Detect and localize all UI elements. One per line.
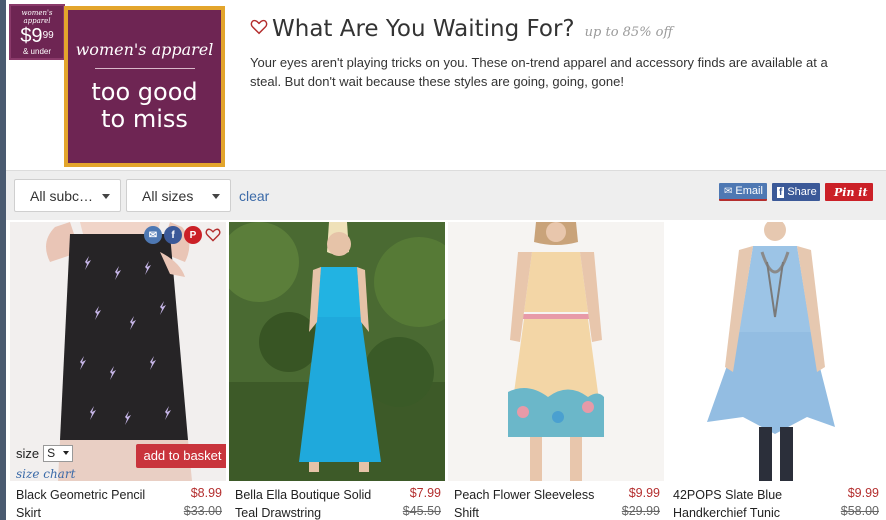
product-original-price: $33.00 bbox=[183, 504, 222, 518]
product-card[interactable]: Peach Flower Sleeveless Shift $9.99 $29.… bbox=[448, 222, 664, 520]
product-image[interactable] bbox=[667, 222, 883, 481]
product-price: $7.99 bbox=[409, 486, 441, 500]
page: women's apparel $999 & under women's app… bbox=[6, 0, 886, 520]
product-original-price: $29.99 bbox=[621, 504, 660, 518]
facebook-share-label: Share bbox=[787, 186, 817, 198]
heart-icon[interactable] bbox=[204, 226, 222, 244]
envelope-icon: ✉ bbox=[724, 185, 733, 197]
badge-category: women's apparel bbox=[21, 9, 53, 25]
page-title: What Are You Waiting For? bbox=[272, 16, 575, 42]
product-card[interactable]: 42POPS Slate Blue Handkerchief Tunic $9.… bbox=[667, 222, 883, 520]
product-price: $9.99 bbox=[847, 486, 879, 500]
product-name[interactable]: Black Geometric Pencil Skirt bbox=[16, 486, 166, 520]
sizes-dropdown-label: All sizes bbox=[142, 188, 194, 204]
filter-bar: All subc… All sizes clear ✉ Email f Share … bbox=[6, 170, 886, 220]
product-name[interactable]: Peach Flower Sleeveless Shift bbox=[454, 486, 604, 520]
subcategory-dropdown[interactable]: All subc… bbox=[14, 179, 121, 212]
quick-share-icons: ✉ f P bbox=[144, 226, 222, 244]
product-original-price: $45.50 bbox=[402, 504, 441, 518]
subcategory-dropdown-label: All subc… bbox=[30, 188, 94, 204]
badge-under: & under bbox=[22, 47, 52, 56]
price-badge[interactable]: women's apparel $999 & under bbox=[9, 4, 65, 60]
clear-filters-link[interactable]: clear bbox=[239, 188, 269, 204]
product-image[interactable] bbox=[448, 222, 664, 481]
hero-tile: women's apparel too good to miss bbox=[64, 6, 225, 167]
event-description: Your eyes aren't playing tricks on you. … bbox=[250, 55, 828, 89]
product-image[interactable]: ✉ f P size S size chart add to basket bbox=[10, 222, 226, 481]
chevron-down-icon bbox=[102, 194, 110, 199]
product-grid: ✉ f P size S size chart add to basket Bl… bbox=[6, 222, 886, 520]
size-select-value: S bbox=[47, 446, 56, 460]
email-share-label: Email bbox=[735, 185, 763, 197]
product-card[interactable]: ✉ f P size S size chart add to basket Bl… bbox=[10, 222, 226, 520]
hero-line-2: to miss bbox=[101, 105, 188, 133]
product-original-price: $58.00 bbox=[840, 504, 879, 518]
product-image[interactable] bbox=[229, 222, 445, 481]
discount-subtitle: up to 85% off bbox=[584, 25, 673, 40]
facebook-icon[interactable]: f bbox=[164, 226, 182, 244]
hero-divider bbox=[94, 68, 195, 69]
email-share-button[interactable]: ✉ Email bbox=[719, 183, 767, 201]
chevron-down-icon bbox=[63, 451, 70, 455]
product-name[interactable]: 42POPS Slate Blue Handkerchief Tunic bbox=[673, 486, 823, 520]
hero-category: women's apparel bbox=[75, 40, 214, 59]
size-select[interactable]: S bbox=[43, 445, 74, 462]
pinterest-share-label: Pin it bbox=[834, 185, 868, 199]
hero-line-1: too good bbox=[91, 78, 198, 106]
email-icon[interactable]: ✉ bbox=[144, 226, 162, 244]
product-name[interactable]: Bella Ella Boutique Solid Teal Drawstrin… bbox=[235, 486, 385, 520]
pinterest-share-button[interactable]: Pin it bbox=[825, 183, 873, 201]
add-to-basket-button[interactable]: add to basket bbox=[136, 444, 226, 468]
heart-icon[interactable] bbox=[250, 18, 268, 36]
facebook-share-button[interactable]: f Share bbox=[772, 183, 820, 201]
product-card[interactable]: Bella Ella Boutique Solid Teal Drawstrin… bbox=[229, 222, 445, 520]
product-price: $8.99 bbox=[190, 486, 222, 500]
product-price: $9.99 bbox=[628, 486, 660, 500]
pinterest-icon[interactable]: P bbox=[184, 226, 202, 244]
badge-price: $999 bbox=[20, 25, 54, 47]
chevron-down-icon bbox=[212, 194, 220, 199]
sizes-dropdown[interactable]: All sizes bbox=[126, 179, 231, 212]
size-label: size bbox=[16, 446, 40, 461]
title-row: What Are You Waiting For? up to 85% off bbox=[250, 16, 673, 42]
size-chart-link[interactable]: size chart bbox=[16, 467, 75, 481]
size-selector-row: size S bbox=[16, 445, 74, 462]
facebook-icon: f bbox=[777, 186, 785, 198]
